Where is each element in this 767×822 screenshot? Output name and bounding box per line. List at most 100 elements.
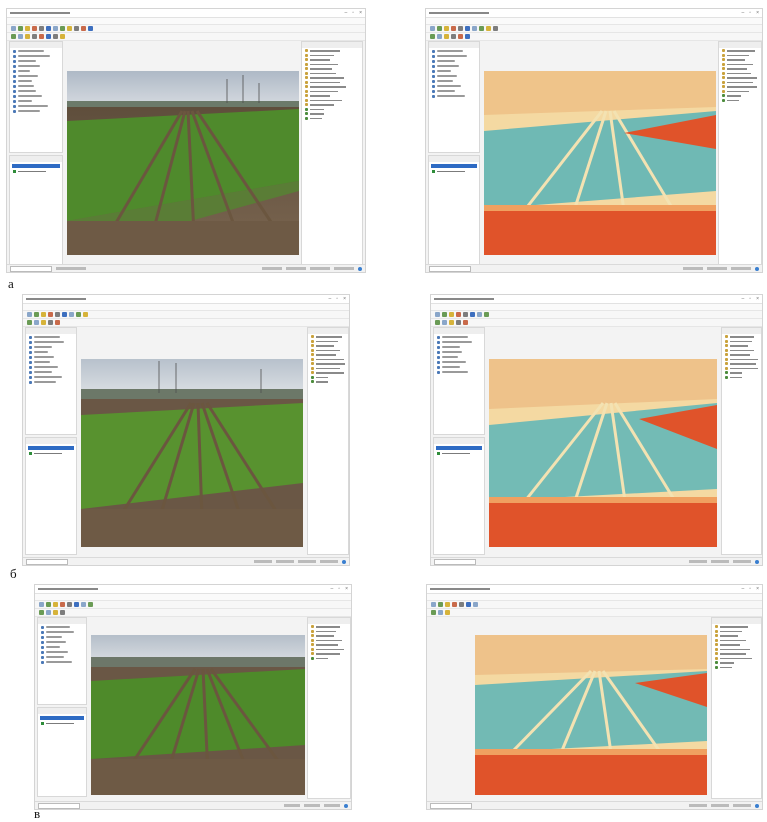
browser-panel[interactable] [9,41,63,153]
toolbar-tool-icon[interactable] [431,610,436,615]
maximize-icon[interactable]: ▫ [352,10,354,16]
toolbar-tool-icon[interactable] [452,602,457,607]
layers-panel[interactable] [9,155,63,265]
toolbar-tool-icon[interactable] [18,26,23,31]
selected-layer[interactable] [28,446,74,450]
selected-layer[interactable] [12,164,60,168]
toolbar-tool-icon[interactable] [451,26,456,31]
window-close-icon[interactable]: × [345,586,348,592]
toolbar-tool-icon[interactable] [472,26,477,31]
maximize-icon[interactable]: ▫ [749,586,751,592]
toolbar-tool-icon[interactable] [11,34,16,39]
window-close-icon[interactable]: × [756,10,759,16]
main-toolbar[interactable] [427,601,762,609]
toolbar-tool-icon[interactable] [449,320,454,325]
selected-layer[interactable] [40,716,84,720]
toolbar-tool-icon[interactable] [48,320,53,325]
toolbar-tool-icon[interactable] [32,34,37,39]
map-canvas[interactable] [91,635,305,795]
toolbar-tool-icon[interactable] [46,610,51,615]
map-canvas[interactable] [67,71,299,255]
map-canvas[interactable] [81,359,303,547]
toolbar-tool-icon[interactable] [55,312,60,317]
toolbar-tool-icon[interactable] [81,26,86,31]
menu-bar[interactable] [427,594,762,601]
toolbar-tool-icon[interactable] [463,320,468,325]
toolbar-tool-icon[interactable] [437,26,442,31]
toolbar-tool-icon[interactable] [444,26,449,31]
crs-icon[interactable] [344,803,348,808]
toolbar-tool-icon[interactable] [493,26,498,31]
toolbar-tool-icon[interactable] [451,34,456,39]
main-toolbar[interactable] [7,25,365,33]
toolbar-tool-icon[interactable] [34,312,39,317]
maximize-icon[interactable]: ▫ [336,296,338,302]
map-canvas[interactable] [489,359,717,547]
toolbar-tool-icon[interactable] [88,26,93,31]
menu-bar[interactable] [426,18,762,25]
toolbar-tool-icon[interactable] [39,26,44,31]
locator-search-input[interactable] [10,265,52,272]
toolbar-tool-icon[interactable] [458,26,463,31]
window-close-icon[interactable]: × [359,10,362,16]
toolbar-tool-icon[interactable] [456,320,461,325]
toolbar-tool-icon[interactable] [486,26,491,31]
processing-toolbox[interactable] [711,617,762,799]
toolbar-tool-icon[interactable] [53,602,58,607]
toolbar-tool-icon[interactable] [81,602,86,607]
toolbar-tool-icon[interactable] [445,610,450,615]
crs-icon[interactable] [755,803,759,808]
toolbar-tool-icon[interactable] [435,320,440,325]
menu-bar[interactable] [431,304,762,311]
toolbar-tool-icon[interactable] [18,34,23,39]
locator-search-input[interactable] [430,802,472,809]
processing-toolbox[interactable] [301,41,363,265]
toolbar-tool-icon[interactable] [55,320,60,325]
locator-search-input[interactable] [38,802,80,809]
toolbar-tool-icon[interactable] [46,602,51,607]
browser-panel[interactable] [25,327,77,435]
maximize-icon[interactable]: ▫ [749,296,751,302]
minimize-icon[interactable]: – [329,296,332,302]
toolbar-tool-icon[interactable] [25,34,30,39]
toolbar-tool-icon[interactable] [62,312,67,317]
toolbar-tool-icon[interactable] [83,312,88,317]
minimize-icon[interactable]: – [742,296,745,302]
toolbar-tool-icon[interactable] [60,602,65,607]
minimize-icon[interactable]: – [742,10,745,16]
toolbar-tool-icon[interactable] [431,602,436,607]
toolbar-tool-icon[interactable] [430,26,435,31]
locator-search-input[interactable] [26,558,68,565]
layers-panel[interactable] [37,707,87,797]
selected-layer[interactable] [436,446,482,450]
toolbar-tool-icon[interactable] [34,320,39,325]
secondary-toolbar[interactable] [35,609,351,617]
toolbar-tool-icon[interactable] [39,34,44,39]
toolbar-tool-icon[interactable] [449,312,454,317]
toolbar-tool-icon[interactable] [435,312,440,317]
secondary-toolbar[interactable] [431,319,762,327]
toolbar-tool-icon[interactable] [484,312,489,317]
toolbar-tool-icon[interactable] [46,34,51,39]
toolbar-tool-icon[interactable] [442,320,447,325]
toolbar-tool-icon[interactable] [479,26,484,31]
browser-panel[interactable] [428,41,480,153]
toolbar-tool-icon[interactable] [69,312,74,317]
toolbar-tool-icon[interactable] [466,602,471,607]
toolbar-tool-icon[interactable] [27,312,32,317]
processing-toolbox[interactable] [307,617,351,799]
browser-panel[interactable] [433,327,485,435]
processing-toolbox[interactable] [718,41,762,265]
toolbar-tool-icon[interactable] [46,26,51,31]
toolbar-tool-icon[interactable] [463,312,468,317]
toolbar-tool-icon[interactable] [442,312,447,317]
toolbar-tool-icon[interactable] [458,34,463,39]
browser-panel[interactable] [37,617,87,705]
toolbar-tool-icon[interactable] [41,312,46,317]
locator-search-input[interactable] [434,558,476,565]
toolbar-tool-icon[interactable] [60,26,65,31]
toolbar-tool-icon[interactable] [67,602,72,607]
secondary-toolbar[interactable] [23,319,349,327]
minimize-icon[interactable]: – [345,10,348,16]
toolbar-tool-icon[interactable] [53,610,58,615]
